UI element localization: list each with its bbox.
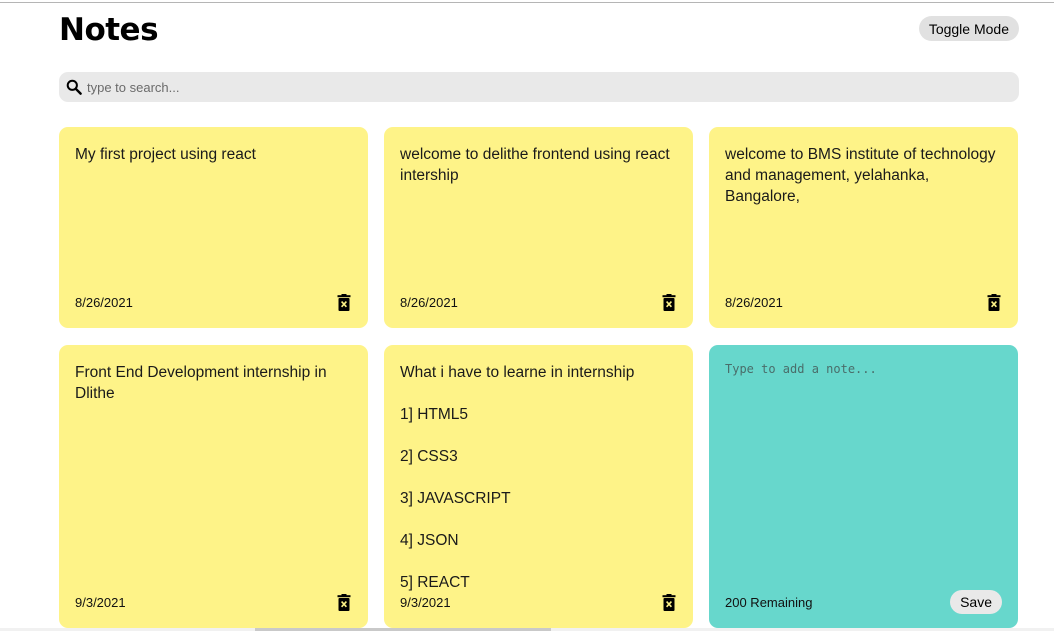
- note-text: welcome to delithe frontend using react …: [400, 146, 674, 184]
- note-footer: 8/26/2021: [400, 292, 677, 312]
- notes-list: My first project using react 8/26/2021 w…: [59, 127, 1019, 628]
- note-date: 8/26/2021: [75, 294, 133, 310]
- save-button[interactable]: Save: [950, 590, 1002, 614]
- page-title: Notes: [59, 12, 159, 48]
- note-footer: 9/3/2021: [75, 592, 352, 612]
- trash-icon[interactable]: [661, 593, 677, 611]
- note-card: My first project using react 8/26/2021: [59, 127, 368, 328]
- note-footer: 8/26/2021: [725, 292, 1002, 312]
- trash-icon[interactable]: [336, 293, 352, 311]
- note-text: My first project using react: [75, 146, 256, 163]
- trash-icon[interactable]: [661, 293, 677, 311]
- note-text: Front End Development internship in Dlit…: [75, 364, 331, 402]
- toggle-mode-button[interactable]: Toggle Mode: [918, 16, 1019, 41]
- note-card: welcome to delithe frontend using react …: [384, 127, 693, 328]
- new-note-textarea[interactable]: [725, 362, 1002, 562]
- new-note-card: 200 Remaining Save: [709, 345, 1018, 628]
- note-text: welcome to BMS institute of technology a…: [725, 146, 1000, 205]
- search-bar[interactable]: [59, 72, 1019, 102]
- note-date: 9/3/2021: [75, 594, 126, 610]
- note-footer: 9/3/2021: [400, 592, 677, 612]
- notes-app: Notes Toggle Mode My first project using…: [59, 0, 1019, 628]
- note-date: 9/3/2021: [400, 594, 451, 610]
- header: Notes Toggle Mode: [59, 0, 1019, 64]
- note-card: Front End Development internship in Dlit…: [59, 345, 368, 628]
- note-text: What i have to learne in internship 1] H…: [400, 364, 635, 591]
- search-input[interactable]: [83, 79, 1019, 95]
- trash-icon[interactable]: [986, 293, 1002, 311]
- note-date: 8/26/2021: [725, 294, 783, 310]
- new-note-footer: 200 Remaining Save: [725, 590, 1002, 614]
- note-date: 8/26/2021: [400, 294, 458, 310]
- note-footer: 8/26/2021: [75, 292, 352, 312]
- remaining-count: 200 Remaining: [725, 594, 813, 610]
- note-card: welcome to BMS institute of technology a…: [709, 127, 1018, 328]
- note-card: What i have to learne in internship 1] H…: [384, 345, 693, 628]
- search-icon: [65, 78, 83, 96]
- trash-icon[interactable]: [336, 593, 352, 611]
